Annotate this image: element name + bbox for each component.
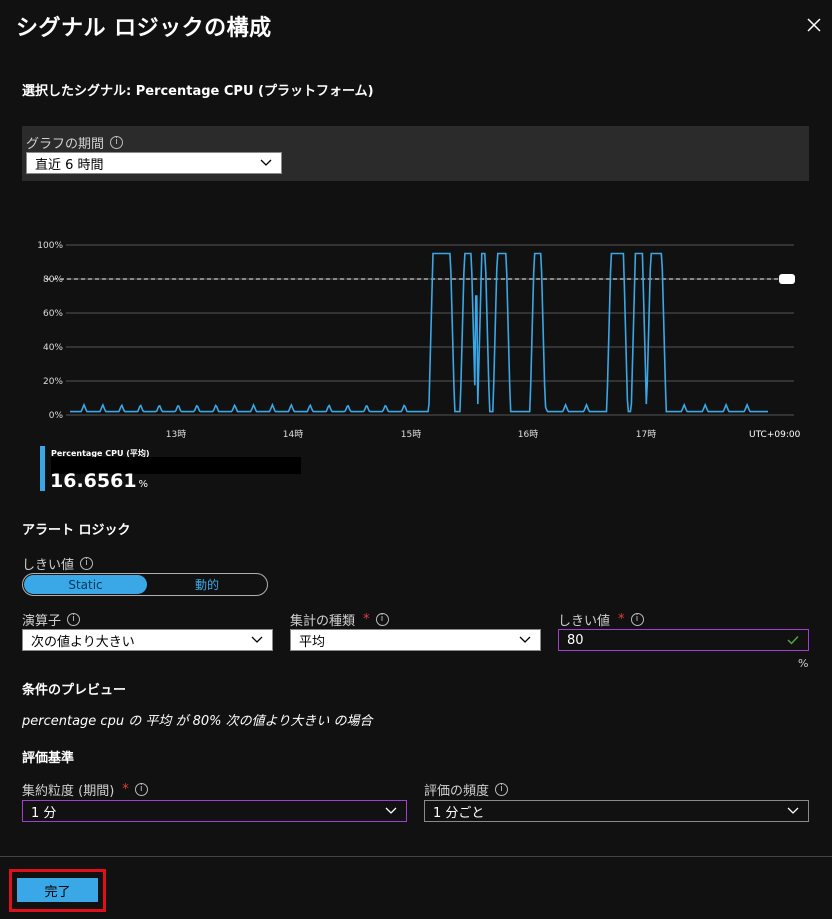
y-tick-label: 40% xyxy=(43,343,63,353)
operator-value: 次の値より大きい xyxy=(31,634,135,650)
toggle-static[interactable]: Static xyxy=(24,575,147,594)
graph-period-value: 直近 6 時間 xyxy=(35,157,104,173)
operator-label: 演算子 i xyxy=(22,610,81,629)
legend-color-bar xyxy=(40,446,45,491)
info-icon[interactable]: i xyxy=(630,613,644,626)
threshold-handle[interactable] xyxy=(779,274,795,284)
threshold-unit: % xyxy=(798,657,809,670)
threshold-value-label: しきい値 * i xyxy=(558,610,644,629)
threshold-input-value: 80 xyxy=(567,632,584,648)
info-icon[interactable]: i xyxy=(495,783,509,796)
done-button-highlight: 完了 xyxy=(9,869,106,912)
x-tick-label: 16時 xyxy=(518,429,538,440)
x-tick-label: 14時 xyxy=(283,429,303,440)
cpu-chart: 100% 80% 60% 40% 20% 0% 13時 14時 15時 16時 17時 UTC+0… xyxy=(37,241,801,440)
graph-period-section: グラフの期間 i 直近 6 時間 xyxy=(22,126,809,181)
y-tick-label: 60% xyxy=(43,309,63,319)
threshold-input[interactable]: 80 xyxy=(558,629,809,651)
selected-signal: 選択したシグナル: Percentage CPU (プラットフォーム) xyxy=(22,84,374,99)
chevron-down-icon xyxy=(260,159,272,166)
info-icon[interactable]: i xyxy=(375,613,389,626)
x-tick-label: 17時 xyxy=(636,429,656,440)
frequency-value: 1 分ごと xyxy=(433,805,485,821)
checkmark-icon xyxy=(787,636,799,645)
x-tick-label: 15時 xyxy=(401,429,421,440)
footer-divider xyxy=(0,856,832,857)
chevron-down-icon xyxy=(787,807,799,814)
chevron-down-icon xyxy=(519,636,531,643)
info-icon[interactable]: i xyxy=(110,136,124,149)
y-tick-label: 0% xyxy=(49,411,64,421)
granularity-dropdown[interactable]: 1 分 xyxy=(22,800,407,822)
graph-period-label: グラフの期間 i xyxy=(26,133,124,152)
aggregation-dropdown[interactable]: 平均 xyxy=(290,629,541,651)
preview-heading: 条件のプレビュー xyxy=(22,683,127,698)
legend-value: 16.6561% xyxy=(50,470,149,492)
y-tick-label: 100% xyxy=(37,241,63,251)
alert-logic-heading: アラート ロジック xyxy=(22,523,131,538)
granularity-label: 集約粒度 (期間) * i xyxy=(22,780,148,799)
frequency-label: 評価の頻度 i xyxy=(424,780,509,799)
operator-dropdown[interactable]: 次の値より大きい xyxy=(22,629,273,651)
graph-period-dropdown[interactable]: 直近 6 時間 xyxy=(26,152,282,174)
evaluation-heading: 評価基準 xyxy=(22,751,75,766)
toggle-dynamic[interactable]: 動的 xyxy=(148,575,266,594)
frequency-dropdown[interactable]: 1 分ごと xyxy=(424,800,809,822)
done-button[interactable]: 完了 xyxy=(17,878,98,902)
info-icon[interactable]: i xyxy=(67,613,81,626)
chevron-down-icon xyxy=(385,807,397,814)
close-icon[interactable] xyxy=(804,15,824,35)
aggregation-value: 平均 xyxy=(299,634,326,650)
x-tick-label: 13時 xyxy=(166,429,186,440)
y-tick-label: 20% xyxy=(43,377,63,387)
info-icon[interactable]: i xyxy=(80,557,94,570)
aggregation-label: 集計の種類 * i xyxy=(290,610,389,629)
threshold-type-toggle[interactable]: Static 動的 xyxy=(22,573,268,596)
granularity-value: 1 分 xyxy=(31,805,57,821)
info-icon[interactable]: i xyxy=(134,783,148,796)
threshold-type-label: しきい値 i xyxy=(22,554,94,573)
chevron-down-icon xyxy=(251,636,263,643)
timezone-label: UTC+09:00 xyxy=(749,430,801,440)
series-line xyxy=(70,252,768,413)
y-tick-label: 80% xyxy=(43,275,63,285)
panel-title: シグナル ロジックの構成 xyxy=(16,16,272,41)
preview-text: percentage cpu の 平均 が 80% 次の値より大きい の場合 xyxy=(22,714,373,729)
